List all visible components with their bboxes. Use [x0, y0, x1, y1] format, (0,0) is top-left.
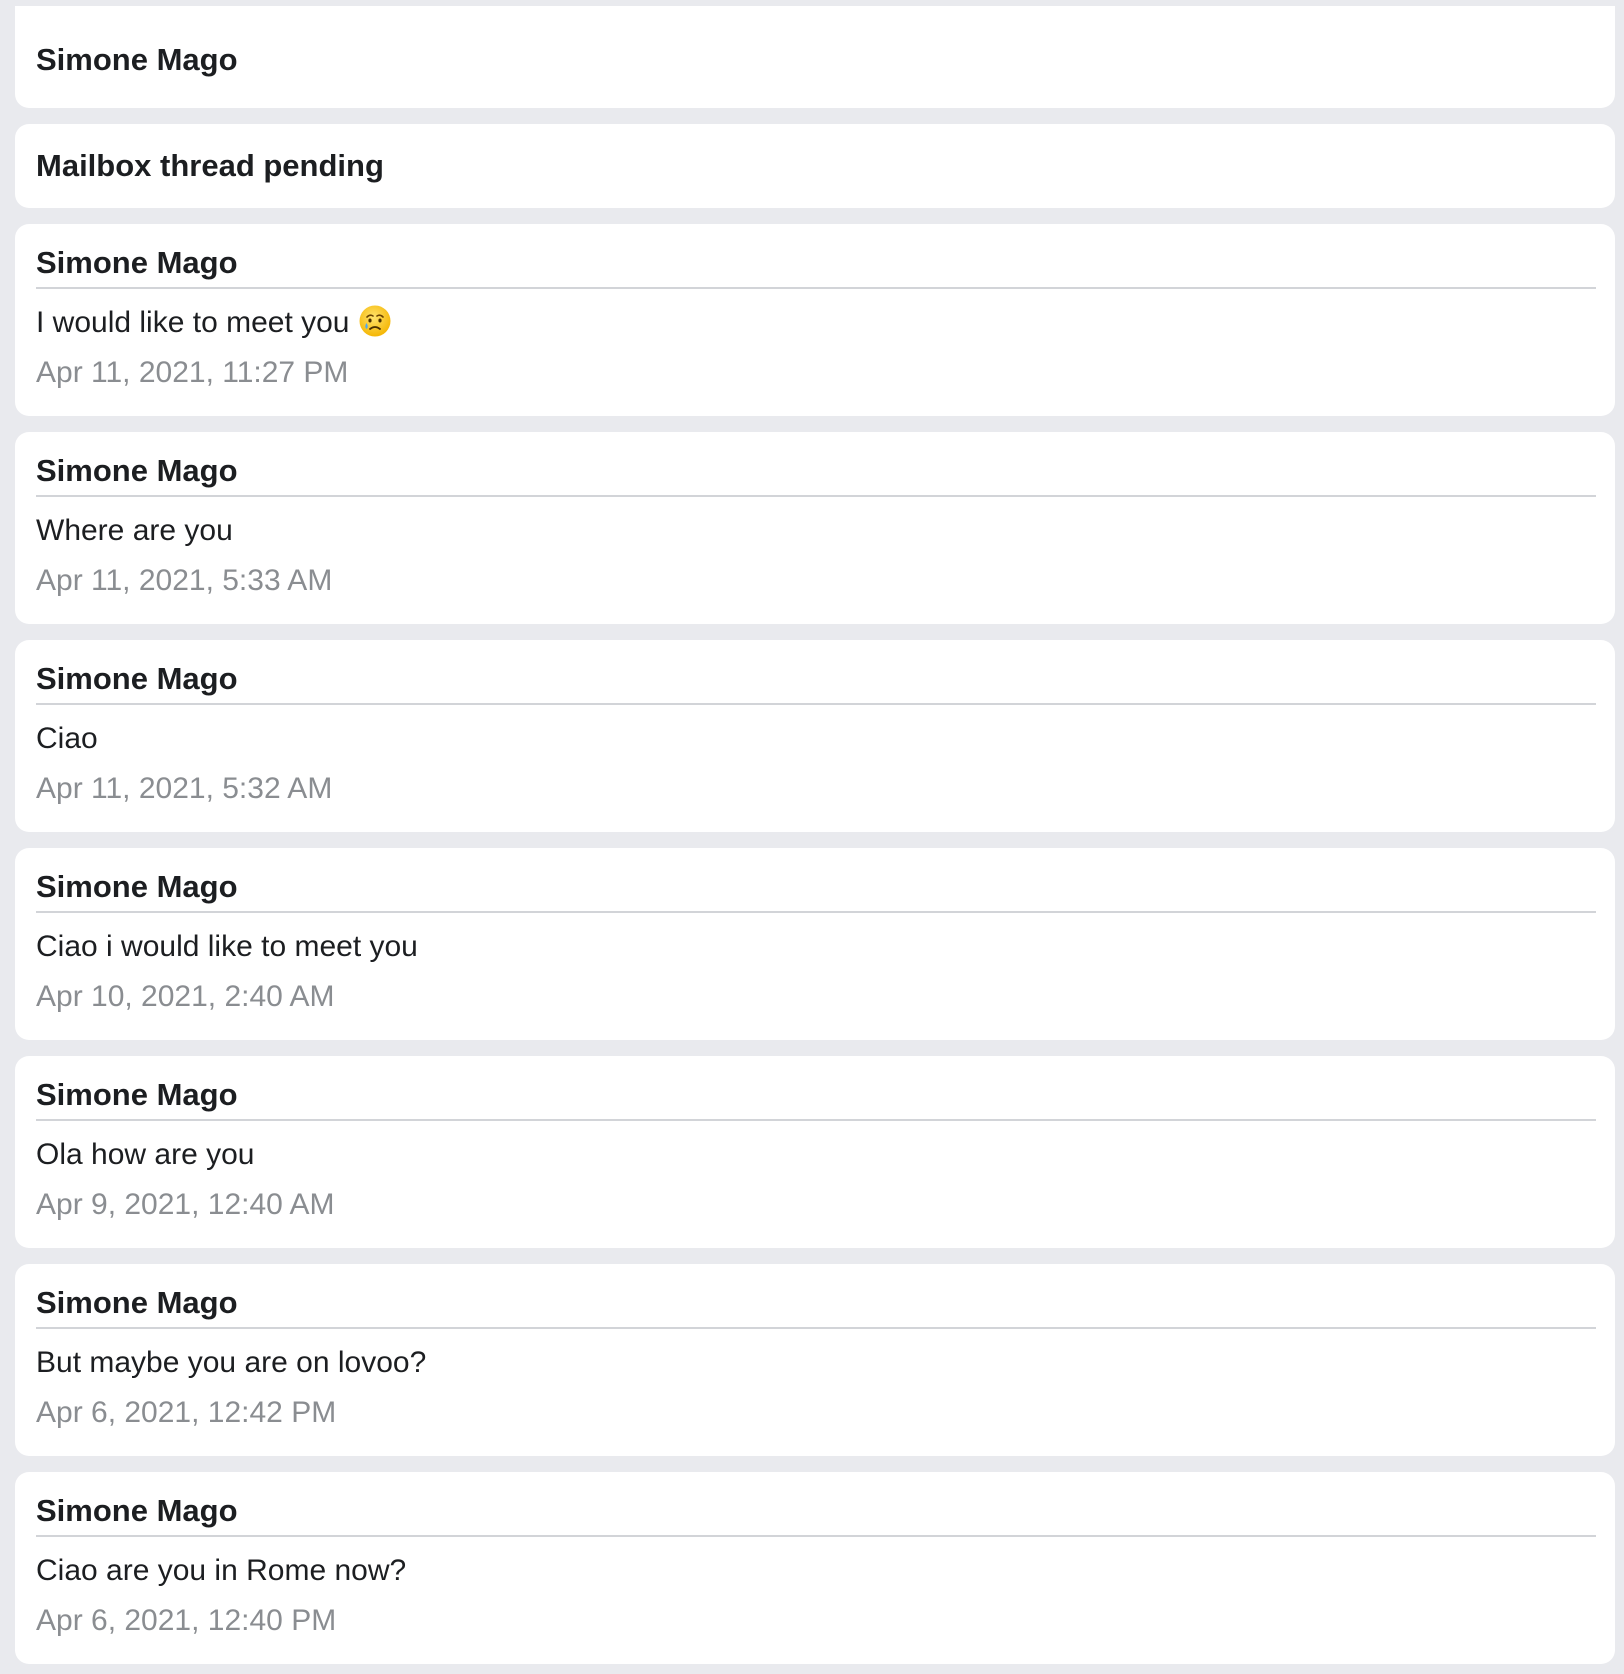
message-divider: [36, 1327, 1596, 1329]
message-text: I would like to meet you: [36, 306, 350, 339]
message-timestamp: Apr 6, 2021, 12:42 PM: [36, 1396, 337, 1429]
message-text-row: I would like to meet you: [36, 303, 392, 343]
message-item: Simone Mago Ciao i would like to meet yo…: [15, 848, 1615, 1040]
message-divider: [36, 1119, 1596, 1121]
message-item: Simone Mago Ola how are you Apr 9, 2021,…: [15, 1056, 1615, 1248]
message-item: Simone Mago I would like to meet you Apr…: [15, 224, 1615, 416]
message-divider: [36, 287, 1596, 289]
message-divider: [36, 495, 1596, 497]
message-sender: Simone Mago: [36, 869, 238, 904]
message-thread: Simone Mago Mailbox thread pending Simon…: [0, 0, 1624, 1674]
message-text: But maybe you are on lovoo?: [36, 1346, 427, 1379]
thread-status-card: Mailbox thread pending: [15, 124, 1615, 208]
message-text: Ciao: [36, 722, 98, 755]
message-timestamp: Apr 9, 2021, 12:40 AM: [36, 1188, 335, 1221]
message-sender: Simone Mago: [36, 1077, 238, 1112]
message-item: Simone Mago Ciao are you in Rome now? Ap…: [15, 1472, 1615, 1664]
message-text: Ciao are you in Rome now?: [36, 1554, 407, 1587]
message-divider: [36, 703, 1596, 705]
message-sender: Simone Mago: [36, 661, 238, 696]
thread-header: Simone Mago: [15, 6, 1615, 108]
message-divider: [36, 1535, 1596, 1537]
message-item: Simone Mago Where are you Apr 11, 2021, …: [15, 432, 1615, 624]
message-sender: Simone Mago: [36, 1493, 238, 1528]
crying-face-icon: [358, 304, 392, 338]
thread-title: Simone Mago: [36, 42, 238, 77]
message-timestamp: Apr 10, 2021, 2:40 AM: [36, 980, 335, 1013]
message-text: Where are you: [36, 514, 233, 547]
message-sender: Simone Mago: [36, 245, 238, 280]
message-timestamp: Apr 6, 2021, 12:40 PM: [36, 1604, 337, 1637]
message-sender: Simone Mago: [36, 1285, 238, 1320]
message-text: Ciao i would like to meet you: [36, 930, 418, 963]
thread-status: Mailbox thread pending: [36, 148, 384, 183]
message-item: Simone Mago But maybe you are on lovoo? …: [15, 1264, 1615, 1456]
message-timestamp: Apr 11, 2021, 11:27 PM: [36, 356, 349, 389]
message-timestamp: Apr 11, 2021, 5:32 AM: [36, 772, 333, 805]
message-timestamp: Apr 11, 2021, 5:33 AM: [36, 564, 333, 597]
message-text: Ola how are you: [36, 1138, 255, 1171]
message-divider: [36, 911, 1596, 913]
message-sender: Simone Mago: [36, 453, 238, 488]
message-item: Simone Mago Ciao Apr 11, 2021, 5:32 AM: [15, 640, 1615, 832]
